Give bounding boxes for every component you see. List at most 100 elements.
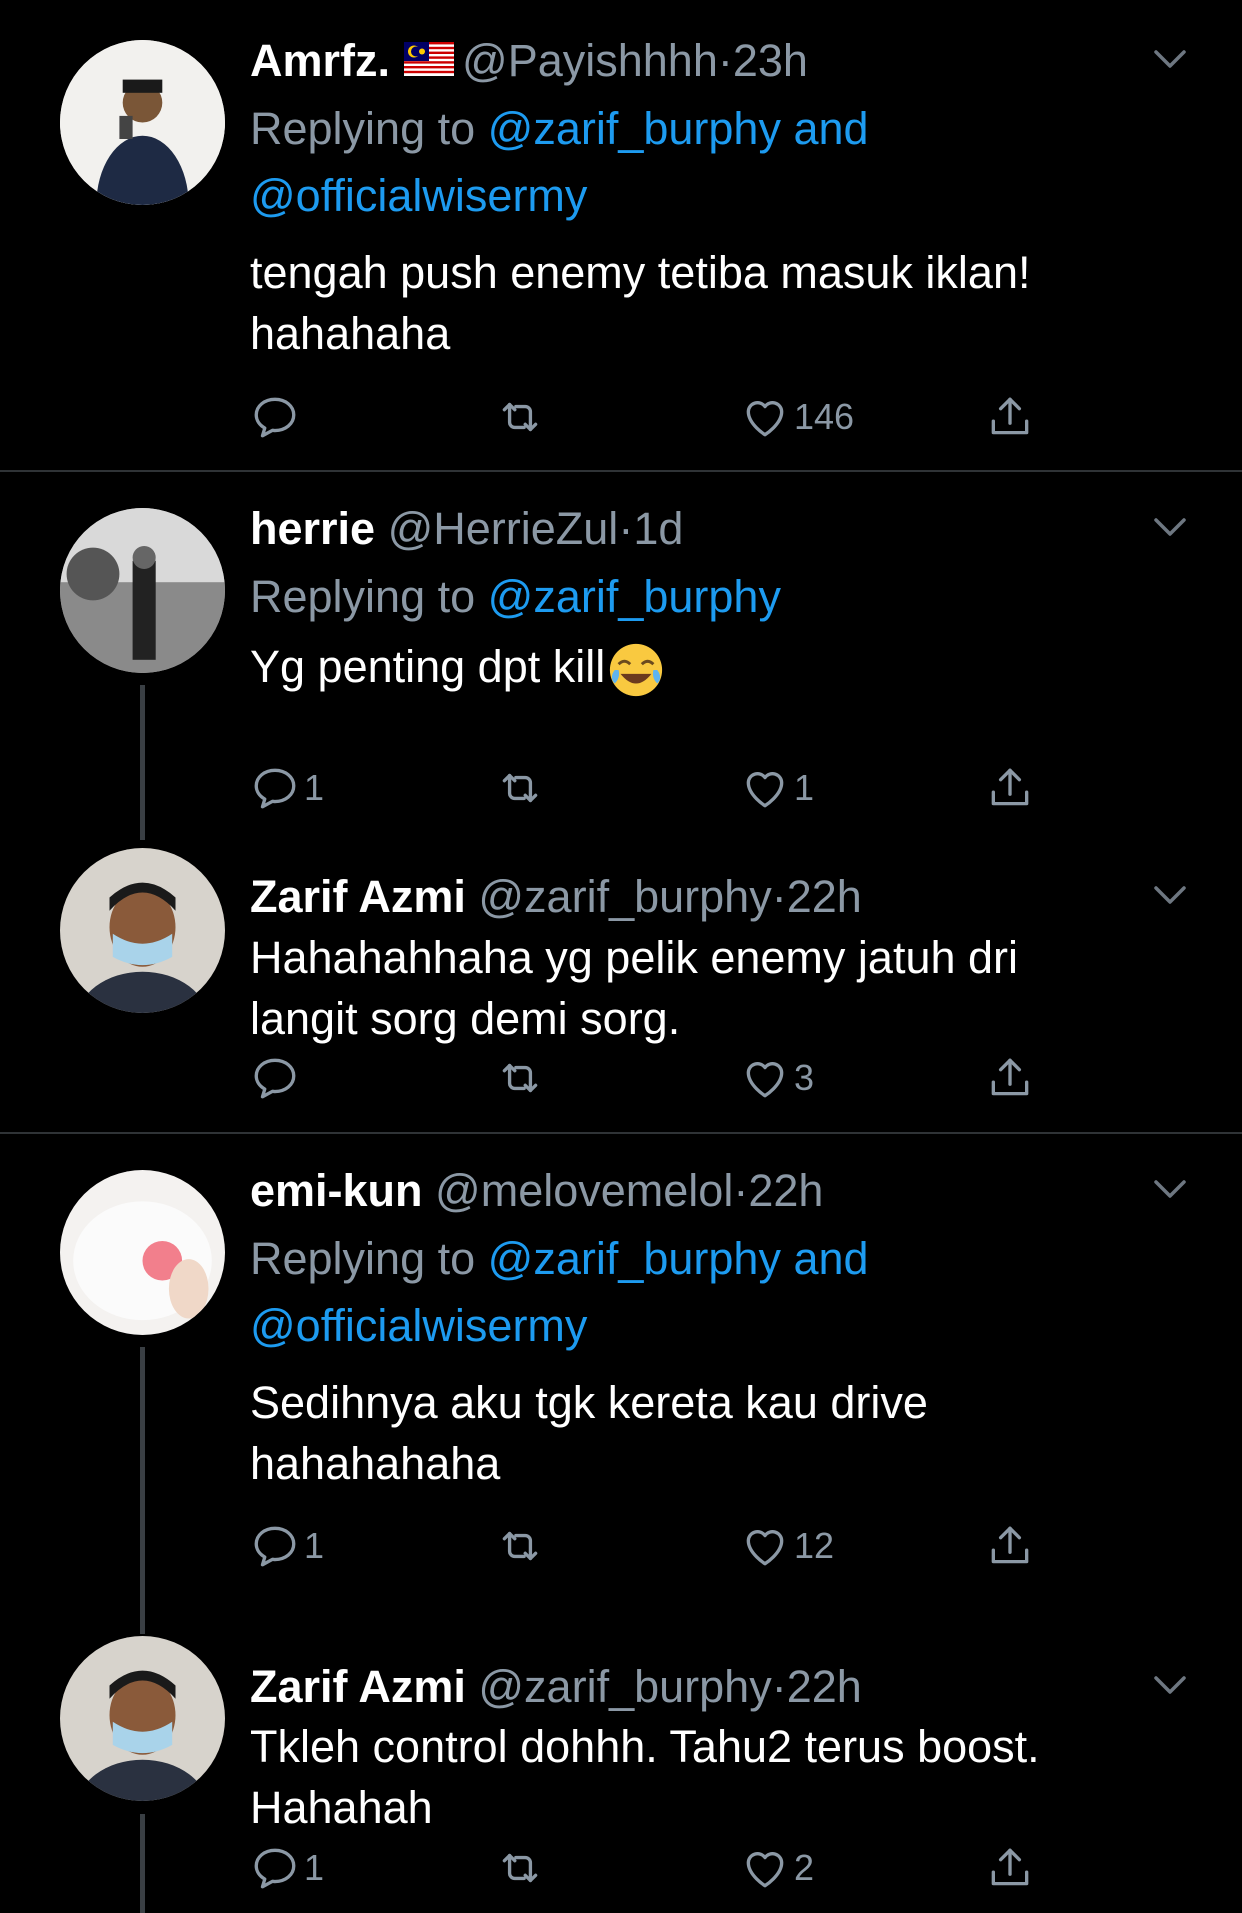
face-with-tears-of-joy-icon [607, 641, 665, 699]
avatar[interactable] [60, 1636, 225, 1801]
tweet-text: Yg penting dpt kill [250, 636, 1150, 699]
tweet-3[interactable]: Zarif Azmi @zarif_burphy·22h Hahahahhaha… [0, 840, 1242, 1132]
separator: · [771, 1661, 787, 1712]
malaysia-flag-icon [404, 33, 455, 89]
thread-line [140, 1814, 145, 1913]
handle[interactable]: @zarif_burphy [478, 871, 771, 922]
avatar[interactable] [60, 848, 225, 1013]
handle[interactable]: @Payishhhh [462, 35, 718, 86]
timestamp[interactable]: 22h [748, 1165, 823, 1216]
tweet-header: herrie @HerrieZul·1d [250, 501, 683, 557]
tweet-text-line: tengah push enemy tetiba masuk iklan! [250, 247, 1031, 298]
chevron-down-icon[interactable] [1150, 44, 1190, 74]
like-button[interactable]: 12 [740, 1516, 834, 1576]
tweet-header: Zarif Azmi @zarif_burphy·22h [250, 869, 862, 925]
like-count: 146 [794, 396, 855, 437]
share-button[interactable] [985, 1516, 1035, 1576]
separator: · [733, 1165, 749, 1216]
reply-button[interactable] [250, 1048, 304, 1108]
thread-line [140, 685, 145, 840]
share-button[interactable] [985, 387, 1035, 447]
retweet-icon [495, 1053, 545, 1103]
reply-icon [250, 763, 300, 813]
reply-icon [250, 1843, 300, 1893]
tweet-text-line: Tkleh control dohhh. Tahu2 terus boost. [250, 1721, 1040, 1772]
display-name[interactable]: Zarif Azmi [250, 1661, 466, 1712]
tweet-actions: 1 1 [250, 758, 1050, 818]
reply-button[interactable]: 1 [250, 1838, 324, 1898]
chevron-down-icon[interactable] [1150, 1174, 1190, 1204]
display-name[interactable]: Amrfz. [250, 35, 390, 86]
display-name[interactable]: emi-kun [250, 1165, 423, 1216]
like-icon [740, 763, 790, 813]
timestamp[interactable]: 23h [733, 35, 808, 86]
chevron-down-icon[interactable] [1150, 880, 1190, 910]
reply-button[interactable] [250, 387, 304, 447]
handle[interactable]: @zarif_burphy [478, 1661, 771, 1712]
mention-link[interactable]: @zarif_burphy and [488, 103, 869, 154]
tweet-4[interactable]: emi-kun @melovemelol·22h Replying to @za… [0, 1134, 1242, 1634]
retweet-button[interactable] [495, 1838, 545, 1898]
like-count: 12 [794, 1525, 835, 1566]
reply-count: 1 [304, 1847, 325, 1888]
display-name[interactable]: Zarif Azmi [250, 871, 466, 922]
tweet-text-line: Yg penting dpt kill [250, 641, 606, 692]
tweet-5[interactable]: Zarif Azmi @zarif_burphy·22h Tkleh contr… [0, 1634, 1242, 1913]
retweet-button[interactable] [495, 758, 545, 818]
retweet-button[interactable] [495, 1048, 545, 1108]
like-button[interactable]: 2 [740, 1838, 814, 1898]
retweet-icon [495, 1843, 545, 1893]
chevron-down-icon[interactable] [1150, 1670, 1190, 1700]
tweet-actions: 1 2 [250, 1838, 1050, 1898]
share-button[interactable] [985, 1838, 1035, 1898]
avatar[interactable] [60, 40, 225, 205]
replying-to: Replying to @zarif_burphy and @officialw… [250, 1225, 869, 1359]
mention-link[interactable]: @officialwisermy [250, 170, 587, 221]
reply-button[interactable]: 1 [250, 1516, 324, 1576]
mention-link[interactable]: @zarif_burphy and [488, 1233, 869, 1284]
tweet-text-line: langit sorg demi sorg. [250, 993, 681, 1044]
tweet-text: Hahahahhaha yg pelik enemy jatuh dri lan… [250, 927, 1150, 1049]
tweet-text: tengah push enemy tetiba masuk iklan! ha… [250, 242, 1150, 364]
share-button[interactable] [985, 758, 1035, 818]
chevron-down-icon[interactable] [1150, 512, 1190, 542]
retweet-button[interactable] [495, 387, 545, 447]
like-count: 1 [794, 767, 815, 808]
tweet-1[interactable]: Amrfz. @Payishhhh·23h Replying to @zarif_… [0, 0, 1242, 470]
like-button[interactable]: 146 [740, 387, 854, 447]
tweet-text-line: Hahahah [250, 1782, 433, 1833]
like-count: 2 [794, 1847, 815, 1888]
handle[interactable]: @melovemelol [435, 1165, 733, 1216]
timestamp[interactable]: 22h [787, 871, 862, 922]
like-button[interactable]: 3 [740, 1048, 814, 1108]
avatar[interactable] [60, 1170, 225, 1335]
mention-link[interactable]: @zarif_burphy [488, 571, 781, 622]
retweet-button[interactable] [495, 1516, 545, 1576]
avatar[interactable] [60, 508, 225, 673]
timestamp[interactable]: 22h [787, 1661, 862, 1712]
reply-icon [250, 1053, 300, 1103]
share-button[interactable] [985, 1048, 1035, 1108]
reply-button[interactable]: 1 [250, 758, 324, 818]
tweet-actions: 146 [250, 387, 1050, 447]
display-name[interactable]: herrie [250, 503, 375, 554]
share-icon [985, 1521, 1035, 1571]
like-button[interactable]: 1 [740, 758, 814, 818]
timestamp[interactable]: 1d [633, 503, 683, 554]
separator: · [771, 871, 787, 922]
tweet-text: Sedihnya aku tgk kereta kau drive hahaha… [250, 1372, 1150, 1494]
separator: · [717, 35, 733, 86]
like-count: 3 [794, 1057, 815, 1098]
retweet-icon [495, 763, 545, 813]
tweet-text-line: Sedihnya aku tgk kereta kau drive [250, 1377, 928, 1428]
tweet-text-line: hahahahaha [250, 1438, 501, 1489]
tweet-text-line: Hahahahhaha yg pelik enemy jatuh dri [250, 932, 1019, 983]
share-icon [985, 763, 1035, 813]
separator: · [618, 503, 634, 554]
mention-link[interactable]: @officialwisermy [250, 1300, 587, 1351]
retweet-icon [495, 392, 545, 442]
tweet-2[interactable]: herrie @HerrieZul·1d Replying to @zarif_… [0, 472, 1242, 840]
reply-count: 1 [304, 1525, 325, 1566]
replying-to: Replying to @zarif_burphy [250, 563, 781, 630]
handle[interactable]: @HerrieZul [388, 503, 619, 554]
